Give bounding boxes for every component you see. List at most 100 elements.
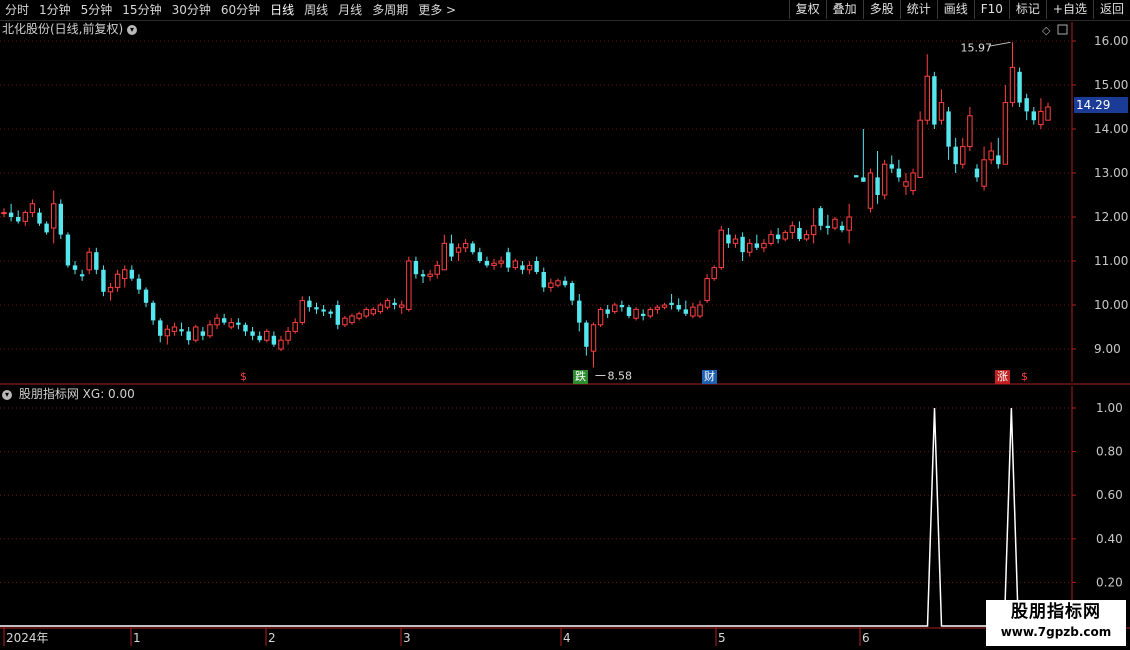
candle-body-up [171,326,178,332]
event-marker[interactable]: 财 [702,370,717,384]
candle-body-down [1024,98,1029,112]
candle-body-up [107,286,114,293]
candle-body-up [164,328,171,337]
candle-body-up [768,234,774,244]
candle-body-up [462,242,469,249]
candle-body-up [960,146,966,165]
candle-body-up [207,324,213,337]
candle-body-up [704,278,710,302]
price-tick-label: 10.00 [1094,298,1128,312]
candle-body-up [399,304,405,308]
candle-body-down [243,324,248,332]
candle-body-up [1,212,7,215]
candle-body-down [307,300,312,308]
candle-body-down [520,265,525,270]
candle-body-up [122,269,128,280]
candle-body-down [58,203,64,235]
candle-body-down [640,313,646,316]
kline-chart[interactable]: 16.0015.0014.0013.0012.0011.0010.009.00◇… [0,0,1130,650]
candle-body-down [584,322,589,347]
candle-body-down [136,278,142,290]
watermark-url: www.7gpzb.com [1000,625,1112,639]
candle-body-up [278,339,284,350]
restore-icon [1057,24,1068,35]
event-marker[interactable]: $ [1019,370,1030,384]
current-price-tag: 14.29 [1074,97,1128,113]
candle-body-up [285,330,291,341]
candle-body-up [363,308,369,317]
candle-body-down [101,269,106,292]
candle-body-down [797,228,802,239]
candle-body-up [51,203,57,229]
candle-body-up [427,273,433,277]
price-tick-label: 15.00 [1094,78,1128,92]
candle-body-up [264,330,270,341]
candle-body-down [8,212,14,217]
candle-body-up [810,225,817,236]
candle-body-up [555,280,561,286]
candle-body-down [562,280,568,286]
candle-body-up [612,304,618,313]
candle-body-down [605,309,610,314]
event-marker[interactable]: 涨 [995,370,1010,384]
candle-body-down [150,302,156,321]
candle-body-down [94,252,99,270]
xaxis-label: 3 [403,631,411,645]
candle-body-down [626,307,632,316]
candle-body-up [228,322,234,328]
price-tick-label: 16.00 [1094,34,1128,48]
candle-body-up [590,324,597,352]
event-marker[interactable]: 跌 [573,370,588,384]
candle-body-down [825,225,831,228]
candle-body-down [676,305,681,310]
candle-body-down [221,318,227,323]
candle-body-up [832,218,838,229]
candle-body-up [342,317,348,326]
candle-body-down [577,300,582,323]
candle-body-down [534,261,539,272]
xaxis-label: 2024年 [6,631,49,645]
candle-body-up [29,203,36,214]
candle-body-down [37,212,42,224]
price-tick-label: 13.00 [1094,166,1128,180]
indicator-tick-label: 0.60 [1096,488,1123,502]
candle-body-up [881,163,888,196]
candle-body-up [732,238,739,244]
candle-body-up [917,119,923,178]
diamond-icon: ◇ [1042,24,1051,37]
high-price-label: 15.97 [960,41,992,54]
candle-body-down [775,234,781,239]
candle-body-down [44,223,49,233]
candle-body-down [470,243,475,253]
candle-body-down [186,331,191,341]
candle-body-up [1038,110,1044,126]
candle-body-down [65,234,71,266]
xg-series-line [0,407,1072,627]
candle-body-down [875,177,880,195]
indicator-tick-label: 0.40 [1096,532,1123,546]
price-tick-label: 11.00 [1094,254,1128,268]
indicator-tick-label: 0.20 [1096,575,1123,589]
candle-body-up [370,308,377,315]
candle-body-down [1031,111,1036,121]
price-tick-label: 9.00 [1094,342,1121,356]
candle-body-up [690,306,696,317]
candle-body-down [72,265,78,270]
event-marker[interactable]: $ [238,370,249,384]
candle-body-down [953,146,958,165]
candle-body-down [314,307,319,310]
xaxis-label: 5 [718,631,726,645]
candle-body-up [711,267,717,280]
candle-body-down [16,217,21,222]
candle-body-up [1002,102,1009,165]
candle-body-up [803,234,810,240]
candle-body-down [896,168,902,178]
candle-body-down [236,322,241,325]
candle-body-down [740,236,745,253]
candle-body-down [1017,71,1022,103]
candle-body-down [328,311,333,314]
candle-body-up [597,308,604,326]
candle-body-down [143,289,149,303]
candle-body-down [839,225,845,231]
candle-body-up [981,159,987,187]
